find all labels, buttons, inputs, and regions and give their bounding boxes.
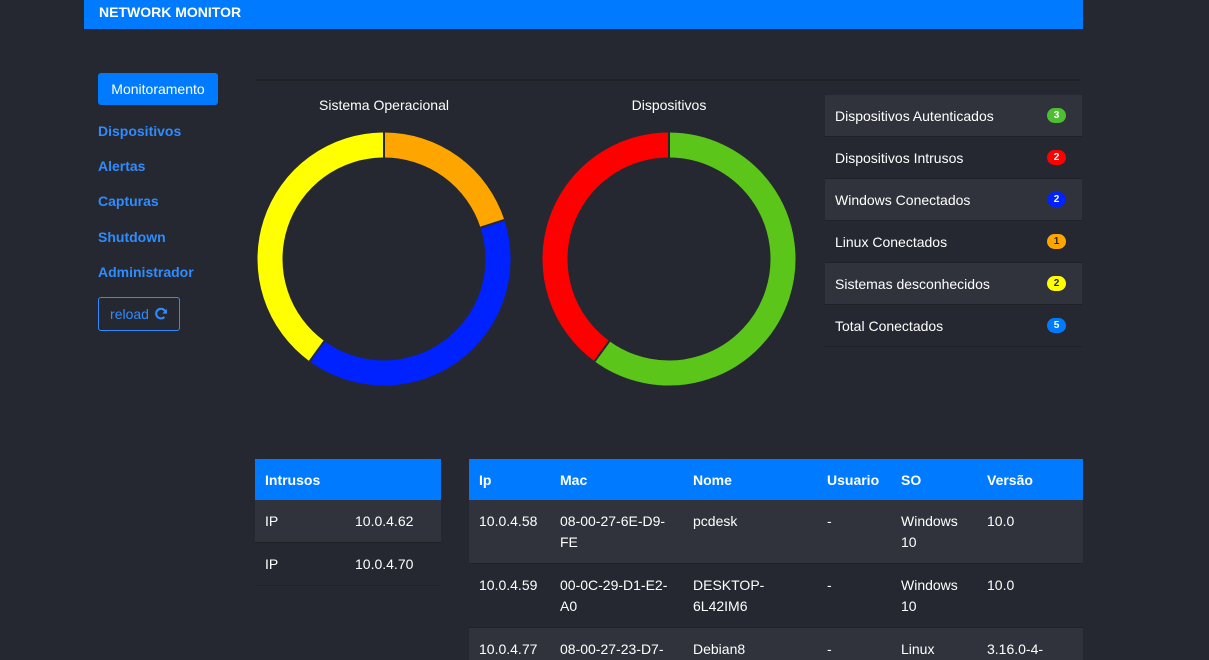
reload-button[interactable]: reload — [98, 297, 180, 331]
devices-donut-chart — [542, 132, 796, 386]
table-cell: 10.0.4.59 — [469, 563, 550, 628]
count-badge: 3 — [1047, 108, 1066, 123]
sidebar-item-monitoramento[interactable]: Monitoramento — [98, 73, 218, 105]
column-header[interactable]: Mac — [550, 459, 683, 500]
intrusos-ip-cell: 10.0.4.62 — [345, 500, 441, 543]
column-header[interactable]: SO — [891, 459, 977, 500]
table-cell: 08-00-27-6E-D9- FE — [550, 500, 683, 564]
table-cell: DESKTOP- 6L42IM6 — [683, 563, 817, 628]
table-cell: 10.0 — [977, 500, 1083, 564]
table-row: 10.0.4.77 08-00-27-23-D7- Debian8- Linux 3.1… — [469, 627, 1083, 660]
refresh-icon — [155, 307, 167, 320]
table-cell: Debian8 — [683, 627, 817, 660]
table-cell: 10.0.4.77 — [469, 627, 550, 660]
table-row: 10.0.4.59 00-0C-29-D1-E2- A0 DESKTOP- 6L42IM… — [469, 563, 1083, 628]
summary-item-label: Total Conectados — [835, 317, 944, 334]
sidebar-item-dispositivos[interactable]: Dispositivos — [98, 123, 181, 139]
column-header[interactable]: Ip — [469, 459, 550, 500]
column-header[interactable]: Versão — [977, 459, 1083, 500]
summary-item-label: Dispositivos Intrusos — [835, 149, 964, 166]
table-cell: pcdesk — [683, 500, 817, 564]
summary-list: Dispositivos Autenticados 3 Dispositivos I… — [825, 95, 1082, 347]
table-cell: - — [817, 500, 891, 564]
sidebar-item-administrador[interactable]: Administrador — [98, 264, 194, 280]
navbar: NETWORK MONITOR — [84, 0, 1083, 29]
content-divider — [255, 79, 1081, 81]
summary-item: Dispositivos Autenticados 3 — [825, 95, 1082, 137]
table-row: IP 10.0.4.70 — [255, 542, 441, 586]
table-cell: - — [817, 627, 891, 660]
os-slice-0 — [383, 132, 505, 228]
count-badge: 2 — [1047, 192, 1066, 207]
intrusos-label-cell: IP — [255, 542, 345, 586]
sidebar-item-alertas[interactable]: Alertas — [98, 158, 145, 174]
table-cell: 10.0.4.58 — [469, 500, 550, 564]
table-cell: 08-00-27-23-D7- — [550, 627, 683, 660]
intrusos-header: Intrusos — [255, 459, 441, 500]
intrusos-ip-cell: 10.0.4.70 — [345, 542, 441, 586]
os-donut-chart — [257, 132, 511, 386]
brand-title[interactable]: NETWORK MONITOR — [99, 4, 241, 20]
summary-item: Windows Conectados 2 — [825, 179, 1082, 221]
table-row: IP 10.0.4.62 — [255, 500, 441, 543]
os-slice-2 — [257, 132, 385, 362]
summary-item: Total Conectados 5 — [825, 305, 1082, 347]
dev-slice-1 — [542, 132, 670, 362]
dev-slice-0 — [594, 132, 796, 386]
table-cell: Linux — [891, 627, 977, 660]
column-header[interactable]: Usuario — [817, 459, 891, 500]
count-badge: 2 — [1047, 276, 1066, 291]
summary-item-label: Linux Conectados — [835, 233, 948, 250]
table-cell: - — [817, 563, 891, 628]
column-header[interactable]: Nome — [683, 459, 817, 500]
summary-item: Linux Conectados 1 — [825, 221, 1082, 263]
intrusos-table: Intrusos IP 10.0.4.62 IP 10.0.4.70 — [255, 459, 441, 586]
os-chart-title: Sistema Operacional — [319, 97, 449, 113]
count-badge: 2 — [1047, 150, 1066, 165]
table-cell: Windows 10 — [891, 500, 977, 564]
devices-chart-title: Dispositivos — [631, 97, 707, 113]
intrusos-label-cell: IP — [255, 500, 345, 543]
table-row: 10.0.4.58 08-00-27-6E-D9- FE pcdesk - Windows… — [469, 500, 1083, 564]
reload-label: reload — [110, 306, 149, 322]
devices-table: Ip Mac Nome Usuario SO Versão 10.0.4.58 08-00-… — [469, 459, 1083, 660]
count-badge: 5 — [1047, 318, 1066, 333]
summary-item-label: Windows Conectados — [835, 191, 971, 208]
sidebar-item-capturas[interactable]: Capturas — [98, 193, 159, 209]
summary-item: Dispositivos Intrusos 2 — [825, 137, 1082, 179]
summary-item-label: Sistemas desconhecidos — [835, 275, 990, 292]
sidebar-item-shutdown[interactable]: Shutdown — [98, 229, 166, 245]
os-slice-1 — [309, 219, 511, 386]
table-cell: 00-0C-29-D1-E2- A0 — [550, 563, 683, 628]
count-badge: 1 — [1047, 234, 1066, 249]
table-cell: 10.0 — [977, 563, 1083, 628]
summary-item-label: Dispositivos Autenticados — [835, 107, 994, 124]
table-cell: 3.16.0-4- — [977, 627, 1083, 660]
table-cell: Windows 10 — [891, 563, 977, 628]
summary-item: Sistemas desconhecidos 2 — [825, 263, 1082, 305]
